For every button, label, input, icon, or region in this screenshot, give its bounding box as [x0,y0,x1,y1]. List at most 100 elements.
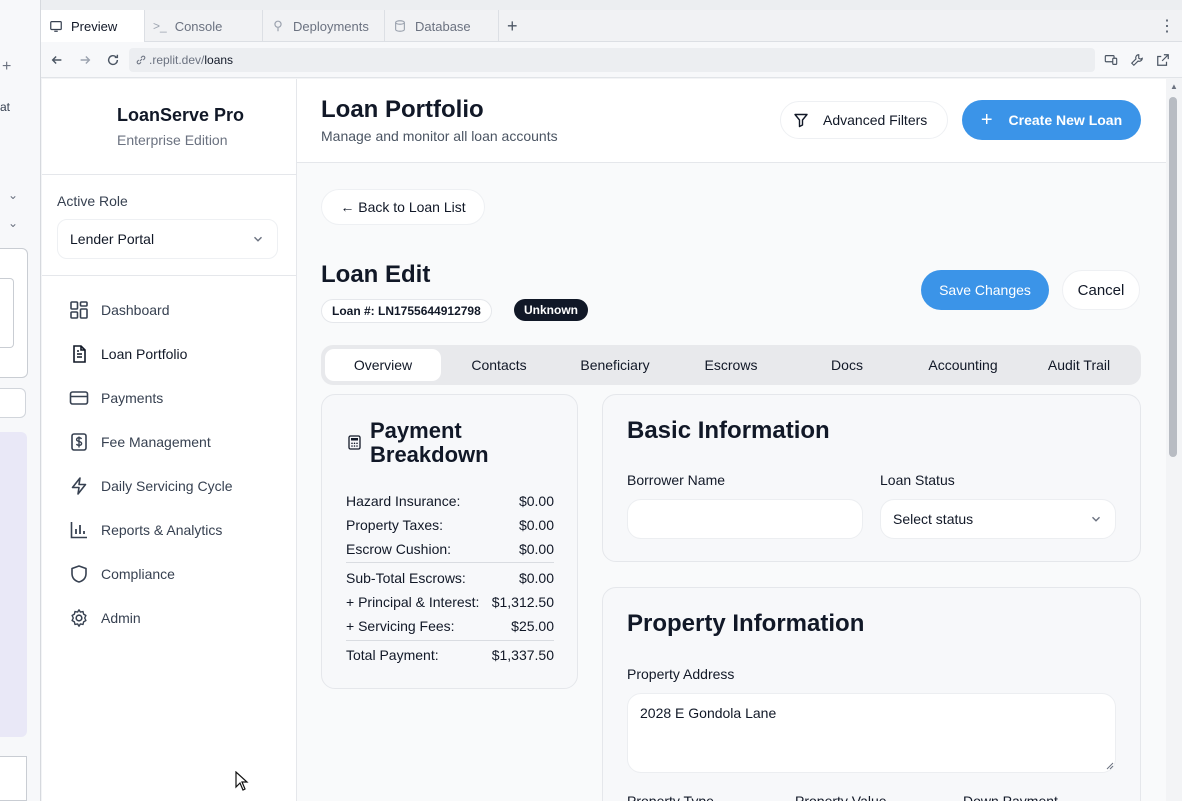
chevron-down-icon[interactable]: ⌄ [8,216,18,230]
sidebar-item-label: Loan Portfolio [101,346,188,362]
grid-icon [70,301,88,319]
more-options-icon[interactable]: ⋮ [1159,16,1175,36]
sidebar-item-label: Reports & Analytics [101,522,223,538]
back-to-list-button[interactable]: ← Back to Loan List [321,189,485,225]
tab-database[interactable]: Database [385,10,499,42]
role-select[interactable]: Lender Portal [57,219,278,259]
basic-information-card: Basic Information Borrower Name Loan Sta… [602,394,1141,562]
calculator-icon [348,435,361,450]
tab-label: Preview [71,18,118,34]
property-address-label: Property Address [627,666,735,682]
strip-bottom-box [0,756,27,801]
window-top-strip [41,0,1182,10]
cancel-button[interactable]: Cancel [1062,270,1140,310]
sidebar-item-label: Daily Servicing Cycle [101,478,233,494]
terminal-icon: >_ [153,19,167,33]
sidebar-item-reports[interactable]: Reports & Analytics [57,512,282,548]
loan-status-label: Loan Status [880,472,955,488]
sidebar-item-label: Compliance [101,566,175,582]
save-changes-button[interactable]: Save Changes [921,270,1049,310]
url-host: .replit.dev/ [149,53,205,67]
filter-icon [794,113,808,128]
property-info-title: Property Information [627,610,865,637]
strip-select[interactable] [0,388,26,418]
status-badge: Unknown [514,299,588,321]
cancel-label: Cancel [1077,281,1125,299]
devices-icon[interactable] [1102,51,1120,69]
sidebar-item-fee-management[interactable]: Fee Management [57,424,282,460]
external-link-icon[interactable] [1154,51,1172,69]
divider [346,562,554,563]
tab-docs[interactable]: Docs [789,349,905,381]
tab-escrows[interactable]: Escrows [673,349,789,381]
down-payment-label: Down Payment [963,793,1058,801]
divider [346,640,554,641]
row-value: $1,312.50 [491,594,554,610]
back-arrow-icon[interactable] [48,51,66,69]
wrench-icon[interactable] [1128,51,1146,69]
tab-contacts[interactable]: Contacts [441,349,557,381]
breakdown-row: + Servicing Fees: $25.00 [346,618,554,634]
cursor-icon [235,771,249,791]
page-title: Loan Portfolio [321,96,484,123]
divider [42,275,297,276]
scroll-up-icon[interactable]: ▲ [1170,82,1178,91]
reload-icon[interactable] [104,51,122,69]
breakdown-title-line: Payment [370,418,462,443]
property-address-textarea[interactable]: 2028 E Gondola Lane [627,693,1116,773]
brand-title: LoanServe Pro [117,105,245,125]
tab-audit-trail[interactable]: Audit Trail [1021,349,1137,381]
sidebar-item-admin[interactable]: Admin [57,600,282,636]
divider [42,174,297,175]
tab-overview[interactable]: Overview [325,349,441,381]
sidebar-item-dashboard[interactable]: Dashboard [57,292,282,328]
page-subtitle: Manage and monitor all loan accounts [321,128,558,144]
tab-preview[interactable]: Preview [41,10,145,42]
save-changes-label: Save Changes [939,282,1031,298]
sidebar-item-payments[interactable]: Payments [57,380,282,416]
chevron-down-icon [1092,516,1100,522]
create-new-loan-button[interactable]: + Create New Loan [962,100,1141,140]
sidebar-item-compliance[interactable]: Compliance [57,556,282,592]
bar-chart-icon [70,522,87,539]
brand-subtitle: Enterprise Edition [117,132,228,148]
row-label: Sub-Total Escrows: [346,570,466,586]
borrower-name-input[interactable] [627,499,863,539]
tab-beneficiary[interactable]: Beneficiary [557,349,673,381]
document-icon [73,345,86,363]
app-sidebar: LoanServe Pro Enterprise Edition Active … [42,79,297,801]
address-bar: .replit.dev/loans [41,42,1182,78]
sidebar-item-loan-portfolio[interactable]: Loan Portfolio [57,336,282,372]
row-value: $0.00 [518,570,554,586]
url-field[interactable]: .replit.dev/loans [129,48,1095,72]
lightning-icon [71,477,87,495]
url-path: loans [204,53,234,67]
loan-status-select[interactable]: Select status [880,499,1116,539]
advanced-filters-button[interactable]: Advanced Filters [780,101,948,139]
sidebar-item-daily-servicing[interactable]: Daily Servicing Cycle [57,468,282,504]
tab-console[interactable]: >_ Console [145,10,263,42]
preview-icon [50,21,62,32]
chevron-down-icon [254,236,262,242]
vertical-scrollbar[interactable]: ▲ [1166,79,1182,801]
edit-tabs: Overview Contacts Beneficiary Escrows Do… [321,345,1141,385]
tab-deployments[interactable]: Deployments [263,10,385,42]
chevron-down-icon[interactable]: ⌄ [8,188,18,202]
row-value: $0.00 [518,517,554,533]
edit-title: Loan Edit [321,261,431,288]
create-new-loan-label: Create New Loan [1008,112,1123,128]
breakdown-row: Property Taxes: $0.00 [346,517,554,533]
strip-panel [0,432,27,737]
strip-text: at [0,100,11,114]
deploy-icon [274,20,282,32]
plus-icon[interactable]: + [2,58,11,76]
tab-label: Console [174,18,223,34]
row-value: $0.00 [518,541,554,557]
resize-handle-icon[interactable] [1106,762,1114,770]
forward-arrow-icon[interactable] [76,51,94,69]
scrollbar-thumb[interactable] [1169,97,1177,457]
main-content: Loan Portfolio Manage and monitor all lo… [297,79,1166,801]
tab-accounting[interactable]: Accounting [905,349,1021,381]
new-tab-button[interactable]: + [507,16,518,37]
breakdown-title: Payment Breakdown [370,419,489,467]
